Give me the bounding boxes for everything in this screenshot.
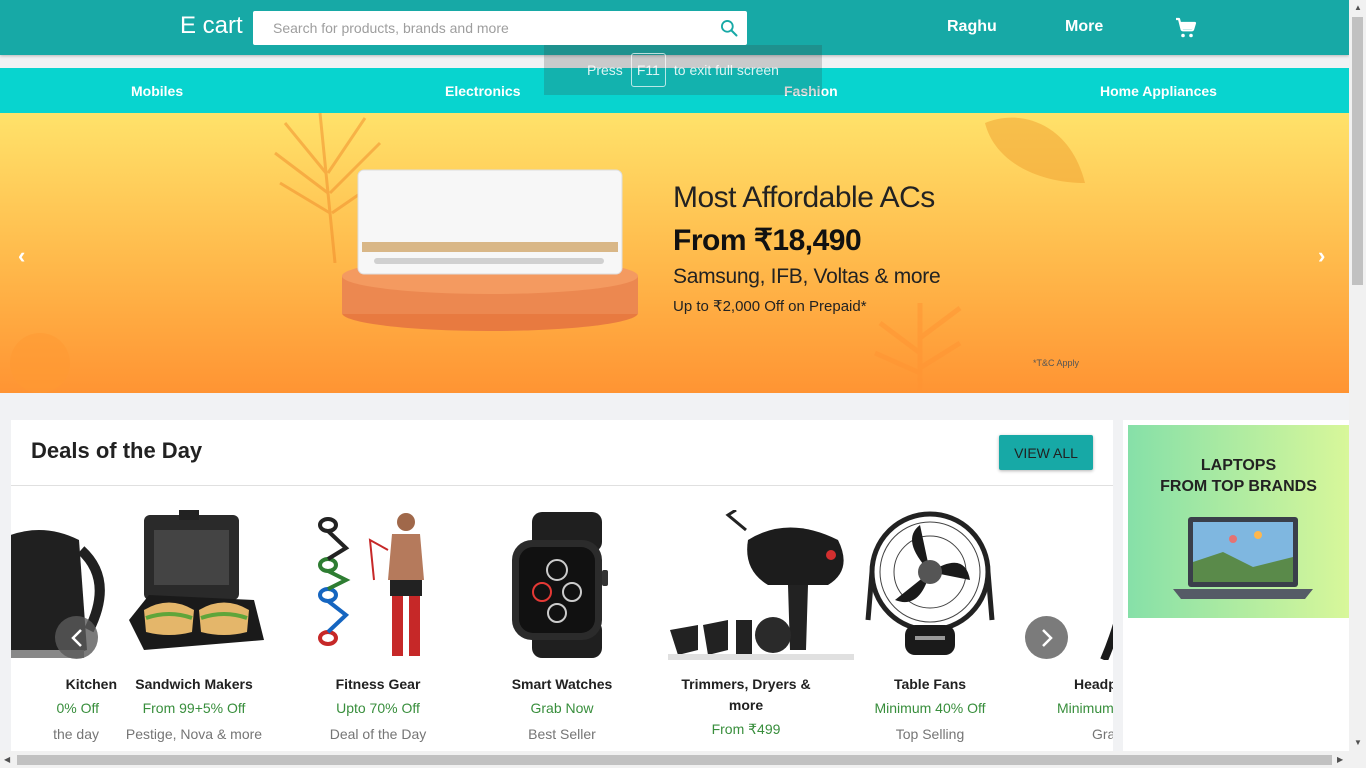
deal-name: Headp	[1074, 676, 1113, 692]
deal-offer: From 99+5% Off	[142, 700, 246, 716]
banner-price: From ₹18,490	[673, 224, 862, 257]
deal-offer: Upto 70% Off	[336, 700, 420, 716]
leaf-decoration	[10, 333, 70, 393]
side-ad-panel: LAPTOPS FROM TOP BRANDS	[1123, 420, 1349, 768]
hair-dryer-image	[668, 510, 854, 660]
cart-icon[interactable]	[1174, 16, 1198, 40]
deal-sub: Grab	[1092, 726, 1113, 742]
deal-name: Trimmers, Dryers & more	[681, 676, 811, 713]
category-home-appliances[interactable]: Home Appliances	[1100, 83, 1217, 99]
search-icon[interactable]	[719, 18, 739, 38]
category-electronics[interactable]: Electronics	[445, 83, 520, 99]
logo[interactable]: E cart	[180, 12, 243, 40]
scroll-down-arrow[interactable]: ▼	[1354, 738, 1362, 747]
search-input[interactable]	[253, 11, 693, 45]
deals-title: Deals of the Day	[31, 438, 203, 463]
deal-offer: Grab Now	[530, 700, 594, 716]
toast-text-after: to exit full screen	[673, 62, 779, 78]
scroll-up-arrow[interactable]: ▲	[1354, 3, 1362, 12]
laptops-ad[interactable]: LAPTOPS FROM TOP BRANDS	[1128, 425, 1349, 618]
deal-sub: Top Selling	[895, 726, 965, 742]
ac-product-image	[342, 169, 638, 331]
chevron-left-icon	[70, 628, 82, 647]
user-menu[interactable]: Raghu	[947, 18, 997, 36]
sandwich-maker-image	[129, 510, 264, 650]
deal-name: Table Fans	[893, 676, 967, 692]
deal-card[interactable]: Sandwich Makers From 99+5% Off Pestige, …	[102, 486, 286, 768]
toast-text-before: Press	[587, 62, 623, 78]
scroll-left-arrow[interactable]: ◀	[4, 755, 10, 764]
deal-card[interactable]: Table Fans Minimum 40% Off Top Selling	[838, 486, 1022, 768]
more-menu[interactable]: More	[1065, 18, 1103, 36]
fullscreen-toast: Press F11 to exit full screen	[544, 45, 822, 95]
toast-key: F11	[630, 53, 666, 87]
banner-next-arrow[interactable]: ›	[1318, 243, 1325, 269]
ad-line-1: LAPTOPS	[1200, 457, 1277, 474]
deal-name: Sandwich Makers	[135, 676, 253, 692]
deals-header: Deals of the Day VIEW ALL	[11, 420, 1113, 486]
deal-sub: Pestige, Nova & more	[125, 726, 263, 742]
deal-name: Smart Watches	[511, 676, 613, 692]
banner-brands: Samsung, IFB, Voltas & more	[673, 265, 941, 288]
deal-offer: From ₹499	[711, 721, 781, 737]
deal-card[interactable]: Trimmers, Dryers & more From ₹499	[654, 486, 854, 768]
banner-offer: Up to ₹2,000 Off on Prepaid*	[673, 298, 867, 315]
deal-card[interactable]: Smart Watches Grab Now Best Seller	[470, 486, 654, 768]
deals-panel: Deals of the Day VIEW ALL Kitchen 0% Off…	[11, 420, 1113, 768]
deal-sub: Deal of the Day	[329, 726, 427, 742]
scroll-right-arrow[interactable]: ▶	[1337, 755, 1343, 764]
deals-next-button[interactable]	[1025, 616, 1068, 659]
chevron-right-icon	[1041, 628, 1053, 647]
vertical-scroll-thumb[interactable]	[1352, 17, 1363, 285]
banner-terms: *T&C Apply	[1033, 358, 1080, 368]
deal-name: Fitness Gear	[335, 676, 421, 692]
deal-offer: Minimum	[1057, 700, 1113, 716]
category-mobiles[interactable]: Mobiles	[131, 83, 183, 99]
laptop-image	[1173, 517, 1313, 599]
table-fan-image	[865, 511, 995, 655]
banner-prev-arrow[interactable]: ‹	[18, 243, 25, 269]
banner-title: Most Affordable ACs	[673, 181, 935, 214]
deal-card[interactable]: Fitness Gear Upto 70% Off Deal of the Da…	[286, 486, 470, 768]
search-bar	[253, 11, 747, 45]
fitness-gear-image	[318, 513, 424, 656]
deals-prev-button[interactable]	[55, 616, 98, 659]
view-all-button[interactable]: VIEW ALL	[999, 435, 1093, 470]
ad-line-2: FROM TOP BRANDS	[1160, 478, 1317, 495]
leaf-decoration	[873, 303, 962, 393]
smart-watch-image	[512, 512, 608, 658]
deal-sub: Best Seller	[528, 726, 596, 742]
hero-banner[interactable]: Most Affordable ACs From ₹18,490 Samsung…	[0, 113, 1349, 393]
leaf-decoration	[985, 117, 1085, 183]
horizontal-scroll-thumb[interactable]	[17, 755, 1332, 765]
deal-offer: Minimum 40% Off	[874, 700, 986, 716]
